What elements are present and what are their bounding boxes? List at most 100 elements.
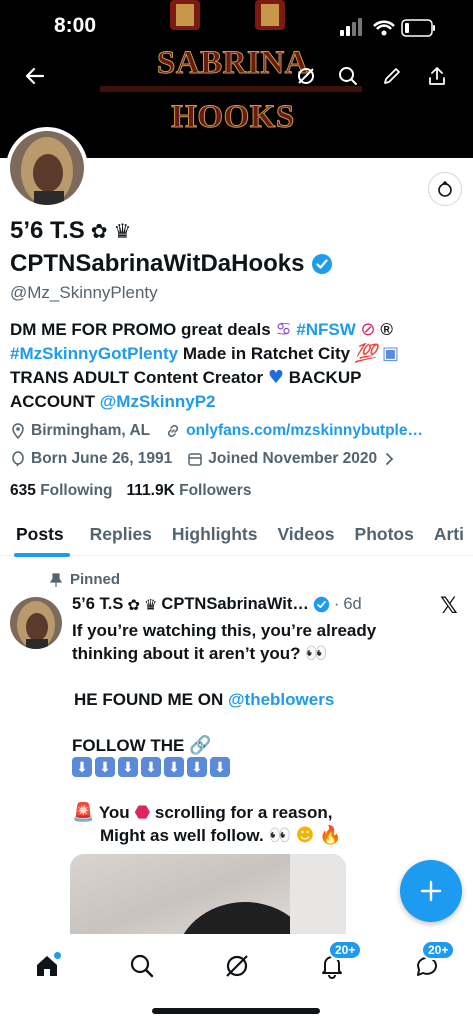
pin-icon [50, 572, 62, 587]
registered-symbol: ® [380, 320, 393, 339]
post-line-5-a: You [98, 803, 130, 822]
grok-orb-icon [438, 180, 452, 197]
grok-analyze-button[interactable] [428, 172, 462, 206]
website-link[interactable]: onlyfans.com/mzskinnybutple… [186, 422, 423, 440]
home-unread-dot [54, 952, 61, 959]
grok-icon [226, 955, 248, 977]
verified-badge-icon [313, 596, 330, 613]
fire-emoji: 🔥 [319, 825, 342, 846]
joined-text: Joined November 2020 [208, 450, 378, 467]
flower-emoji: ✿ [127, 595, 140, 614]
tab-videos[interactable]: Videos [277, 512, 334, 555]
mention-theblowers[interactable]: @theblowers [228, 690, 334, 709]
profile-avatar[interactable] [6, 127, 88, 209]
pilot-emoji: ♛ [113, 219, 132, 243]
edit-button[interactable] [376, 60, 408, 92]
mention-mzskinnyp2[interactable]: @MzSkinnyP2 [100, 392, 216, 411]
grok-button[interactable] [290, 60, 322, 92]
stop-sign-emoji: ⬣ [134, 802, 151, 823]
search-button[interactable] [332, 60, 364, 92]
tab-replies[interactable]: Replies [90, 512, 152, 555]
birthday-icon [12, 451, 24, 467]
display-name-text-2: CPTNSabrinaWitDaHooks [10, 250, 305, 277]
chevron-right-icon[interactable] [382, 452, 396, 466]
profile-tabs: Posts Replies Highlights Videos Photos A… [0, 512, 473, 556]
tab-articles[interactable]: Arti [434, 512, 464, 555]
post-line-5: 🚨 You ⬣ scrolling for a reason, [72, 801, 452, 824]
profile-meta-row-2: Born June 26, 1991 Joined November 2020 [10, 450, 396, 468]
post-line-2-text: thinking about it aren’t you? [72, 644, 301, 663]
eyes-emoji: 👀 [305, 643, 328, 664]
blue-heart-emoji: ♥ [267, 367, 284, 388]
nav-messages[interactable]: 20+ [407, 940, 456, 986]
display-name-line1: 5’6 T.S ✿ ♛ [10, 217, 131, 245]
down-arrow-icon: ⬇ [72, 757, 92, 777]
tab-highlights[interactable]: Highlights [172, 512, 258, 555]
back-button[interactable] [19, 60, 51, 92]
bio-text-1: DM ME FOR PROMO great deals [10, 320, 271, 339]
compose-post-button[interactable] [400, 860, 462, 922]
post-media[interactable] [70, 854, 346, 944]
pinned-label: Pinned [70, 571, 121, 588]
grok-icon [298, 68, 314, 84]
down-arrow-icon: ⬇ [164, 757, 184, 777]
post-line-6-text: Might as well follow. [100, 826, 264, 845]
post-line-2: thinking about it aren’t you? 👀 [72, 642, 452, 665]
hundred-emoji: 💯 [354, 343, 378, 364]
post-author-name[interactable]: 5’6 T.S [72, 595, 123, 614]
camera-emoji: ▣ [381, 343, 399, 364]
down-arrow-icon: ⬇ [118, 757, 138, 777]
bio-text-3b: BACKUP [288, 368, 362, 387]
down-arrow-icon: ⬇ [187, 757, 207, 777]
bio-text-3: TRANS ADULT Content Creator [10, 368, 264, 387]
post-line-3: HE FOUND ME ON @theblowers [74, 688, 454, 711]
hashtag-nfsw[interactable]: #NFSW [296, 320, 356, 339]
link-icon [168, 424, 179, 438]
post-line-1: If you’re watching this, you’re already [72, 621, 377, 640]
post-line-4-text: FOLLOW THE [72, 736, 185, 755]
follow-stats: 635 Following 111.9K Followers [10, 482, 251, 500]
prohibited-emoji: ⊘ [360, 319, 376, 340]
post-line-6: Might as well follow. 👀 ☻ 🔥 [100, 824, 473, 847]
status-icons [340, 18, 435, 37]
avatar-photo [10, 131, 84, 205]
post-line-4: FOLLOW THE 🔗 [72, 734, 452, 757]
following-label: Following [40, 482, 113, 499]
born-text: Born June 26, 1991 [31, 450, 173, 467]
profile-handle: @Mz_SkinnyPlenty [10, 283, 158, 302]
messages-badge: 20+ [421, 940, 456, 960]
following-count: 635 [10, 482, 36, 499]
nav-notifications[interactable]: 20+ [312, 940, 363, 986]
post-author-name-2[interactable]: CPTNSabrinaWit… [161, 595, 308, 614]
post-author-avatar[interactable] [10, 597, 62, 649]
nav-explore[interactable] [122, 946, 162, 986]
tab-posts[interactable]: Posts [16, 512, 64, 555]
share-icon [429, 67, 445, 85]
profile-bio: DM ME FOR PROMO great deals ♋ #NFSW ⊘ ® … [10, 318, 460, 414]
flower-emoji: ✿ [90, 219, 108, 243]
active-tab-indicator [14, 553, 70, 557]
hashtag-mzskinnygotplenty[interactable]: #MzSkinnyGotPlenty [10, 344, 178, 363]
following-link[interactable]: 635 Following [10, 482, 113, 500]
share-button[interactable] [421, 60, 453, 92]
pencil-icon [384, 68, 400, 84]
followers-link[interactable]: 111.9K Followers [127, 482, 252, 500]
tab-photos[interactable]: Photos [355, 512, 414, 555]
location-text: Birmingham, AL [31, 422, 151, 439]
calendar-icon [188, 453, 203, 466]
chain-link-emoji: 🔗 [189, 735, 212, 756]
verified-badge-icon [311, 254, 332, 274]
profile-meta-row-1: Birmingham, AL onlyfans.com/mzskinnybutp… [10, 422, 423, 440]
followers-count: 111.9K [126, 482, 175, 499]
pinned-indicator: Pinned [50, 571, 120, 588]
post-header: 5’6 T.S ✿ ♛ CPTNSabrinaWit… · 6d [72, 595, 362, 614]
kiss-face-emoji: ☻ [295, 825, 315, 846]
purple-emoji: ♋ [275, 319, 292, 340]
followers-label: Followers [179, 482, 252, 499]
post-line-3-text: HE FOUND ME ON [74, 690, 224, 709]
post-media-image [178, 854, 346, 944]
nav-grok[interactable] [217, 946, 257, 986]
post-time: 6d [343, 595, 362, 613]
nav-home[interactable] [27, 946, 67, 986]
eyes-emoji: 👀 [268, 825, 291, 846]
